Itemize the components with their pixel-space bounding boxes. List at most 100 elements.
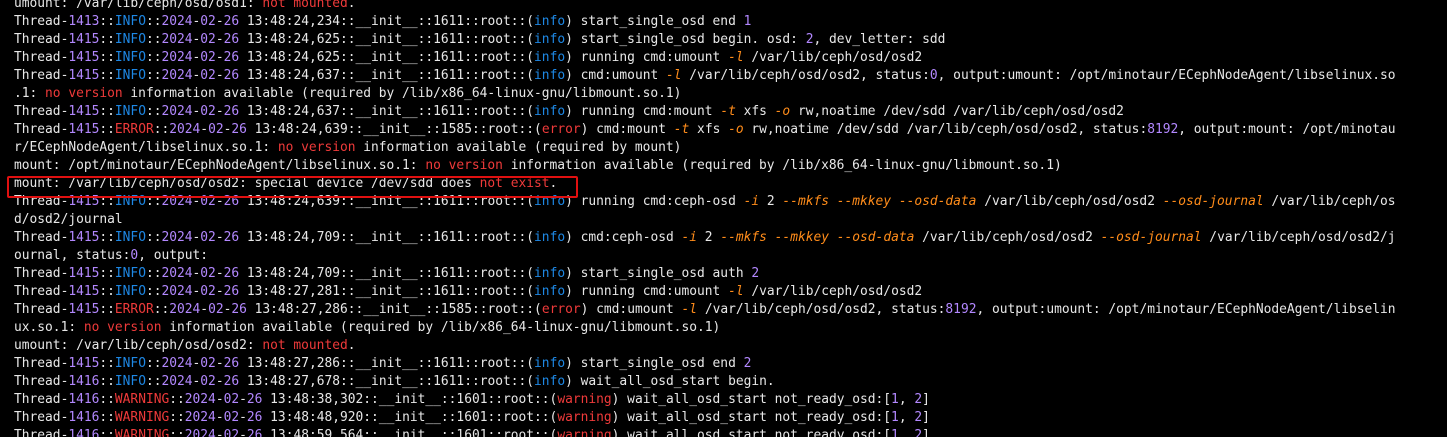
log-segment: 1416 (68, 410, 100, 425)
log-segment: rw,noatime /dev/sdd /var/lib/ceph/osd/os… (790, 104, 1124, 119)
log-line: r/ECephNodeAgent/libselinux.so.1: no ver… (14, 139, 1442, 157)
log-segment: - (200, 302, 209, 317)
log-segment: warning (557, 428, 612, 437)
log-segment: - (215, 392, 224, 407)
log-segment: 26 (246, 392, 263, 407)
log-segment: INFO (114, 374, 146, 389)
log-segment: info (534, 50, 566, 65)
log-segment: 02 (200, 104, 216, 119)
log-segment: 26 (246, 428, 263, 437)
log-segment: 2 (914, 392, 923, 407)
log-segment: Thread- (14, 230, 69, 245)
log-segment: WARNING (114, 392, 170, 407)
log-segment: . (347, 0, 356, 11)
log-segment: ) start_single_osd auth (565, 266, 752, 281)
log-segment: 13:48:24,709::__init__::1611::root::( (239, 230, 535, 245)
log-segment: 0 (929, 68, 938, 83)
log-segment: ) cmd:mount (580, 122, 674, 137)
log-segment: info (534, 284, 566, 299)
log-segment: 2024 (184, 410, 216, 425)
log-segment: :: (99, 104, 115, 119)
log-segment: /var/lib/ceph/osd/osd2 (743, 284, 923, 299)
log-segment: INFO (114, 50, 146, 65)
log-segment: 2 (914, 428, 923, 437)
log-segment: 2024 (161, 104, 193, 119)
log-segment: 2024 (169, 122, 201, 137)
log-segment: 02 (200, 266, 216, 281)
log-segment: :: (153, 302, 170, 317)
log-segment: 13:48:27,678::__init__::1611::root::( (239, 374, 535, 389)
log-segment: info (534, 68, 566, 83)
log-line: Thread-1415::INFO::2024-02-26 13:48:24,7… (14, 229, 1442, 247)
log-segment: - (215, 266, 224, 281)
log-segment: 02 (200, 194, 216, 209)
log-segment: INFO (114, 32, 146, 47)
log-segment: not mounted (262, 338, 348, 353)
log-segment: :: (169, 410, 185, 425)
log-line: Thread-1415::INFO::2024-02-26 13:48:24,6… (14, 103, 1442, 121)
log-segment: :: (99, 428, 115, 437)
terminal-output[interactable]: umount: /var/lib/ceph/osd/osd1: not moun… (0, 0, 1447, 437)
log-segment: -t (673, 122, 690, 137)
log-segment: , (898, 392, 915, 407)
log-segment: - (215, 194, 224, 209)
log-segment: .1: (14, 86, 46, 101)
log-segment: umount: /var/lib/ceph/osd/osd1: (14, 0, 263, 11)
log-segment: -l (728, 284, 744, 299)
log-segment: :: (145, 14, 162, 29)
log-segment: --mkfs --mkkey --osd-data (720, 230, 915, 245)
log-segment: 26 (223, 266, 240, 281)
log-line: umount: /var/lib/ceph/osd/osd1: not moun… (14, 0, 1442, 13)
log-segment: :: (99, 14, 115, 29)
log-segment: ) cmd:umount (565, 68, 666, 83)
log-segment: 2024 (161, 356, 193, 371)
log-segment: - (215, 32, 224, 47)
log-segment: 1415 (68, 356, 100, 371)
log-segment: info (534, 14, 566, 29)
log-line: Thread-1415::INFO::2024-02-26 13:48:27,2… (14, 355, 1442, 373)
log-line: Thread-1415::INFO::2024-02-26 13:48:24,7… (14, 265, 1442, 283)
log-segment: 1413 (68, 14, 100, 29)
log-segment: 2024 (161, 14, 193, 29)
log-segment: - (200, 122, 209, 137)
log-segment: umount: /var/lib/ceph/osd/osd2: (14, 338, 263, 353)
log-line: ournal, status:0, output: (14, 247, 1442, 265)
log-segment: ) running cmd:mount (565, 104, 721, 119)
log-segment: 26 (231, 122, 247, 137)
log-segment: 02 (200, 356, 216, 371)
log-segment: :: (145, 230, 162, 245)
log-segment: - (239, 428, 247, 437)
log-segment: :: (99, 50, 115, 65)
log-segment: ] (922, 410, 930, 425)
log-segment: --osd-journal (1162, 194, 1264, 209)
log-segment: 1 (891, 428, 899, 437)
log-segment: :: (99, 374, 115, 389)
log-segment: info (534, 32, 566, 47)
log-segment: :: (153, 122, 170, 137)
log-segment: information available (required by /lib/… (161, 320, 721, 335)
log-segment: :: (99, 392, 115, 407)
log-segment: Thread- (14, 356, 69, 371)
log-segment: ) running cmd:umount (565, 284, 729, 299)
log-segment: 02 (200, 230, 216, 245)
log-segment: information available (required by mount… (355, 140, 682, 155)
log-segment: - (215, 284, 224, 299)
log-segment: info (534, 230, 566, 245)
log-segment: 1415 (68, 266, 100, 281)
log-segment: :: (99, 302, 115, 317)
log-segment: 13:48:24,637::__init__::1611::root::( (239, 104, 535, 119)
log-line: ux.so.1: no version information availabl… (14, 319, 1442, 337)
log-line: Thread-1416::WARNING::2024-02-26 13:48:5… (14, 427, 1442, 437)
log-segment: INFO (114, 284, 146, 299)
log-segment: 8192 (945, 302, 977, 317)
log-segment: ] (922, 392, 930, 407)
log-segment: Thread- (14, 14, 69, 29)
log-segment: -i (743, 194, 760, 209)
log-segment: 26 (223, 230, 240, 245)
log-segment: , (898, 428, 915, 437)
log-line: Thread-1416::WARNING::2024-02-26 13:48:3… (14, 391, 1442, 409)
log-segment: , (898, 410, 915, 425)
log-segment: :: (99, 32, 115, 47)
log-segment: - (215, 104, 224, 119)
log-segment: ) cmd:ceph-osd (565, 230, 682, 245)
